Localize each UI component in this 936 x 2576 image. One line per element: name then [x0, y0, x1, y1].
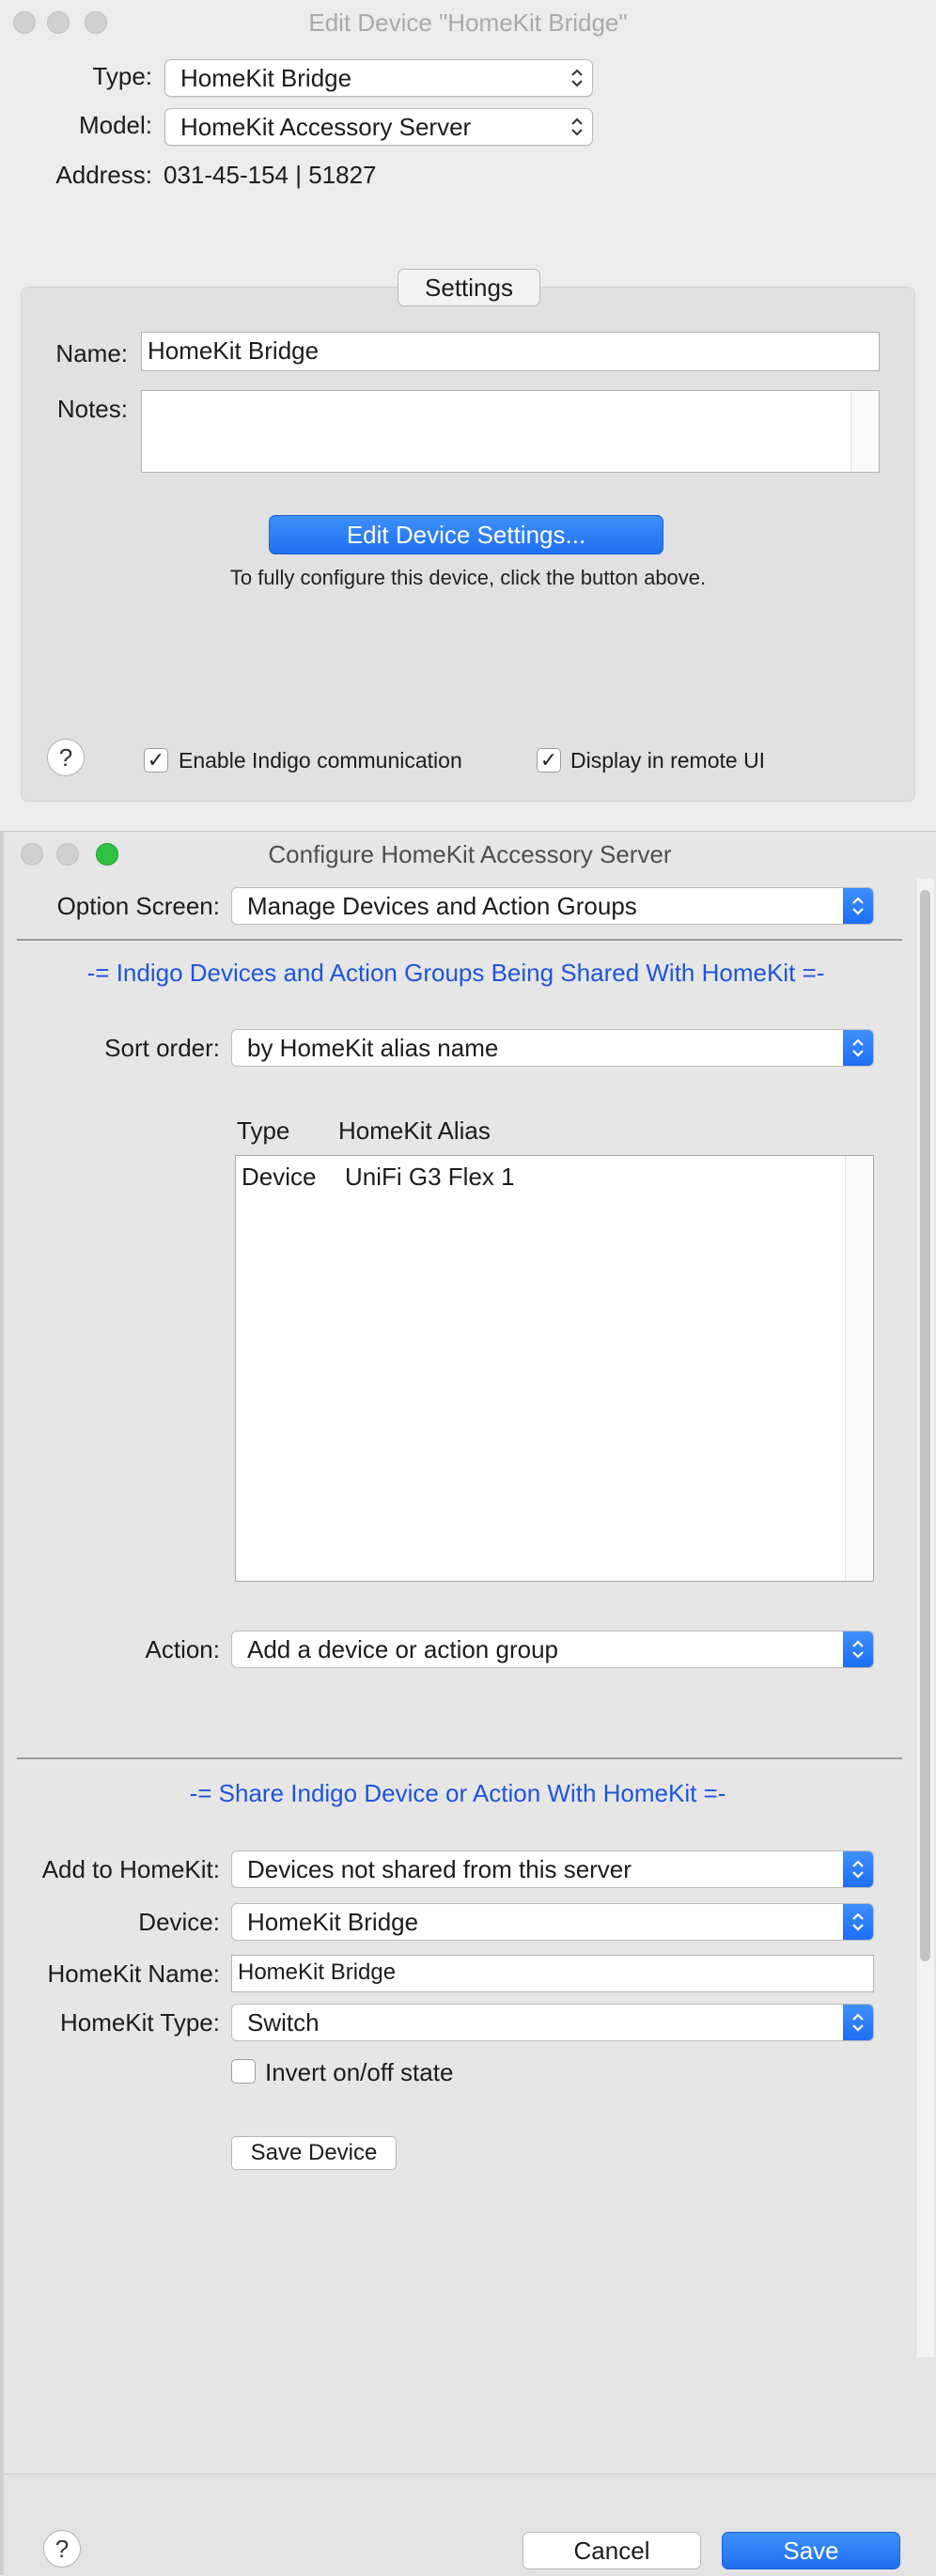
name-field[interactable]: HomeKit Bridge: [141, 332, 880, 371]
configure-hint-text: To fully configure this device, click th…: [229, 566, 707, 589]
homekit-name-label: HomeKit Name:: [47, 1959, 221, 1988]
invert-state-label: Invert on/off state: [265, 2058, 454, 2086]
window-title: Edit Device "HomeKit Bridge": [308, 8, 628, 37]
popup-stepper: [843, 1904, 873, 1940]
address-value: 031-45-154 | 51827: [164, 161, 377, 189]
option-screen-value: Manage Devices and Action Groups: [247, 892, 637, 920]
shared-devices-heading: -= Indigo Devices and Action Groups Bein…: [86, 959, 825, 987]
option-screen-popup[interactable]: Manage Devices and Action Groups: [231, 887, 874, 925]
window-scrollbar[interactable]: [915, 879, 934, 2357]
device-popup[interactable]: HomeKit Bridge: [231, 1903, 874, 1941]
invert-state-checkbox[interactable]: [231, 2059, 256, 2084]
help-button[interactable]: ?: [43, 2530, 81, 2568]
homekit-type-value: Switch: [247, 2008, 320, 2037]
title-bar: Configure HomeKit Accessory Server: [4, 832, 936, 879]
table-row[interactable]: Device UniFi G3 Flex 1: [236, 1156, 845, 1195]
enable-communication-checkbox[interactable]: ✓: [144, 748, 168, 773]
edit-device-window: Edit Device "HomeKit Bridge" Type: HomeK…: [0, 0, 936, 831]
row-type: Device: [242, 1163, 317, 1191]
option-screen-label: Option Screen:: [56, 892, 220, 920]
section-divider: [17, 1757, 902, 1759]
sort-order-popup[interactable]: by HomeKit alias name: [231, 1029, 874, 1067]
up-down-chevron-icon: [852, 897, 864, 915]
up-down-chevron-icon: [571, 69, 583, 87]
type-value: HomeKit Bridge: [180, 64, 352, 92]
type-popup[interactable]: HomeKit Bridge: [164, 59, 593, 97]
sort-order-value: by HomeKit alias name: [247, 1034, 499, 1062]
up-down-chevron-icon: [852, 1640, 864, 1659]
display-remote-ui-label: Display in remote UI: [570, 748, 766, 773]
homekit-type-label: HomeKit Type:: [59, 2008, 220, 2037]
popup-stepper: [843, 2005, 873, 2040]
add-to-homekit-label: Add to HomeKit:: [41, 1855, 220, 1883]
enable-communication-label: Enable Indigo communication: [179, 748, 462, 773]
action-popup[interactable]: Add a device or action group: [231, 1631, 874, 1668]
notes-label: Notes:: [56, 395, 128, 423]
display-remote-ui-checkbox[interactable]: ✓: [537, 748, 561, 773]
homekit-name-field[interactable]: HomeKit Bridge: [231, 1955, 874, 1992]
edit-device-settings-button[interactable]: Edit Device Settings...: [269, 515, 663, 554]
window-title: Configure HomeKit Accessory Server: [268, 840, 672, 868]
type-label: Type:: [92, 62, 152, 90]
save-device-button[interactable]: Save Device: [231, 2136, 397, 2170]
up-down-chevron-icon: [571, 117, 583, 136]
share-device-heading: -= Share Indigo Device or Action With Ho…: [189, 1779, 726, 1807]
address-label: Address:: [55, 161, 152, 189]
model-label: Model:: [78, 111, 152, 139]
column-header-type[interactable]: Type: [237, 1116, 289, 1146]
model-popup[interactable]: HomeKit Accessory Server: [164, 108, 593, 146]
device-value: HomeKit Bridge: [247, 1908, 419, 1936]
up-down-chevron-icon: [852, 2013, 864, 2032]
save-button[interactable]: Save: [722, 2532, 900, 2569]
up-down-chevron-icon: [852, 1038, 864, 1057]
action-value: Add a device or action group: [247, 1635, 558, 1663]
title-bar: Edit Device "HomeKit Bridge": [0, 0, 936, 47]
notes-scrollbar[interactable]: [850, 391, 879, 472]
up-down-chevron-icon: [852, 1912, 864, 1931]
name-label: Name:: [55, 339, 128, 367]
section-divider: [17, 939, 902, 941]
add-to-homekit-value: Devices not shared from this server: [247, 1855, 632, 1883]
homekit-type-popup[interactable]: Switch: [231, 2004, 874, 2041]
add-to-homekit-popup[interactable]: Devices not shared from this server: [231, 1850, 874, 1888]
popup-stepper: [843, 1030, 873, 1066]
table-scrollbar[interactable]: [845, 1156, 873, 1581]
settings-tab[interactable]: Settings: [398, 269, 540, 306]
help-button[interactable]: ?: [47, 739, 85, 776]
action-label: Action:: [145, 1635, 221, 1663]
up-down-chevron-icon: [852, 1860, 864, 1879]
model-value: HomeKit Accessory Server: [180, 113, 472, 141]
cancel-button[interactable]: Cancel: [523, 2532, 701, 2569]
device-label: Device:: [138, 1908, 220, 1936]
popup-stepper: [843, 1851, 873, 1887]
sort-order-label: Sort order:: [104, 1034, 220, 1062]
configure-server-window: Configure HomeKit Accessory Server Optio…: [4, 831, 936, 2576]
popup-stepper: [843, 888, 873, 924]
shared-devices-table: Device UniFi G3 Flex 1: [235, 1155, 874, 1582]
popup-stepper: [843, 1631, 873, 1667]
column-header-alias[interactable]: HomeKit Alias: [338, 1116, 491, 1146]
notes-field[interactable]: [141, 390, 880, 473]
row-alias: UniFi G3 Flex 1: [345, 1163, 515, 1191]
